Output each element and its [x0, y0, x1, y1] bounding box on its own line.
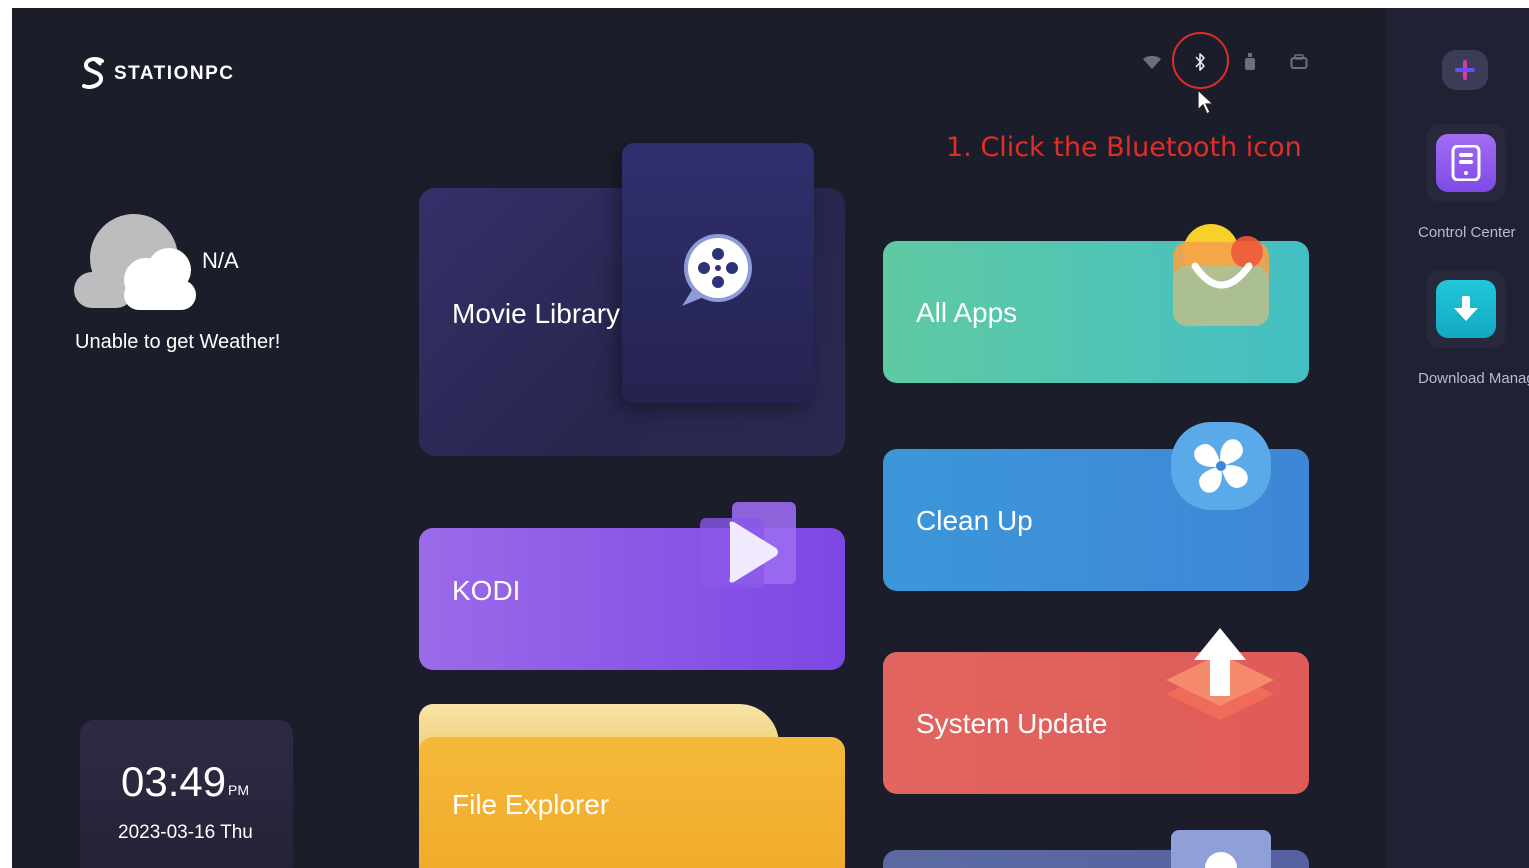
highlight-circle	[1172, 32, 1229, 89]
sidebar-label-download-manager: Download Manager	[1418, 370, 1529, 387]
fan-icon	[1171, 422, 1271, 510]
gear-icon	[1171, 830, 1271, 868]
weather-temperature: N/A	[202, 248, 239, 273]
desktop-screen: STATIONPC 1. Click the Bluetooth icon N/…	[12, 8, 1529, 868]
clock-widget: 03:49 PM 2023-03-16 Thu	[80, 720, 293, 868]
clock-time: 03:49	[121, 758, 227, 805]
usb-icon[interactable]	[1238, 50, 1262, 74]
movie-library-label: Movie Library	[452, 298, 621, 329]
logo-mark-icon	[82, 56, 104, 89]
storage-icon[interactable]	[1287, 50, 1311, 74]
instruction-text: 1. Click the Bluetooth icon	[946, 132, 1302, 163]
sidebar-label-control-center: Control Center	[1418, 224, 1516, 241]
upload-arrow-icon	[1166, 628, 1274, 720]
stationpc-logo: STATIONPC	[80, 56, 234, 92]
wifi-icon[interactable]	[1140, 50, 1164, 74]
clean-up-label: Clean Up	[916, 505, 1033, 536]
mouse-cursor-icon	[1197, 88, 1215, 115]
system-update-label: System Update	[916, 708, 1108, 739]
logo-text: STATIONPC	[114, 63, 235, 84]
right-sidebar: Control Center Download Manager	[1386, 8, 1529, 868]
plus-icon	[1455, 60, 1475, 80]
play-icon	[700, 502, 796, 588]
sidebar-item-download-manager[interactable]	[1426, 270, 1506, 348]
sidebar-item-control-center[interactable]	[1426, 124, 1506, 202]
kodi-label: KODI	[452, 575, 521, 606]
add-shortcut-button[interactable]	[1442, 50, 1488, 90]
film-reel-icon	[682, 234, 752, 306]
control-center-icon	[1451, 145, 1481, 181]
all-apps-label: All Apps	[916, 297, 1018, 328]
download-icon	[1454, 296, 1478, 321]
cloud-icon	[74, 214, 196, 310]
clock-date: 2023-03-16 Thu	[118, 822, 253, 843]
clock-ampm: PM	[228, 782, 249, 798]
shopping-bag-icon	[1173, 224, 1269, 326]
weather-message: Unable to get Weather!	[75, 331, 281, 353]
file-explorer-label: File Explorer	[452, 789, 610, 820]
